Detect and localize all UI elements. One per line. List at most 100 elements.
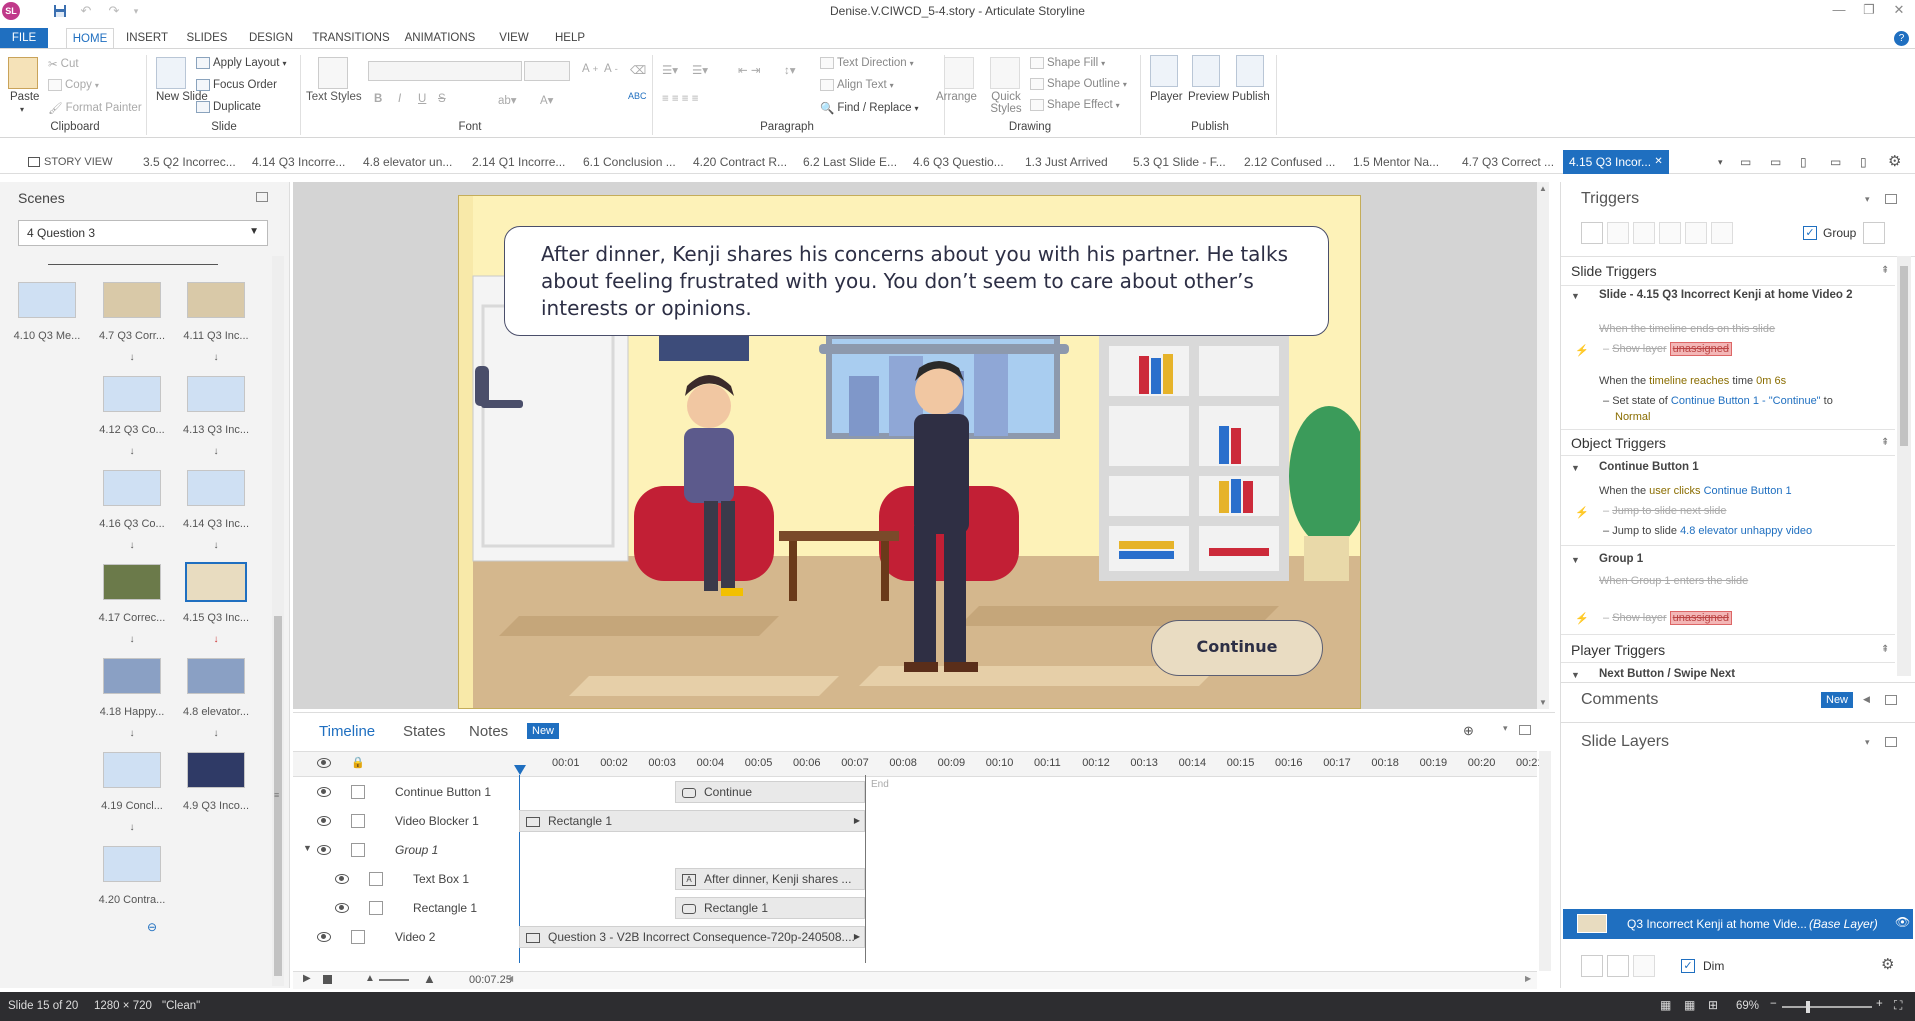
triggers-scrollbar[interactable] <box>1897 256 1911 676</box>
tab-design[interactable]: DESIGN <box>246 28 296 48</box>
zoom-slider[interactable] <box>379 979 409 981</box>
eye-icon[interactable] <box>335 903 349 913</box>
caption-box[interactable]: After dinner, Kenji shares his concerns … <box>504 226 1329 336</box>
base-layer-row[interactable]: Q3 Incorrect Kenji at home Vide... (Base… <box>1563 909 1913 939</box>
slide-thumbnail[interactable] <box>103 752 161 788</box>
play-icon[interactable]: ▶ <box>303 973 311 984</box>
bold-button[interactable]: B <box>374 93 382 105</box>
trigger-action[interactable]: – Jump to slide next slide <box>1603 505 1727 517</box>
panel-expand-icon[interactable]: ◀ <box>1863 694 1870 705</box>
tab-timeline[interactable]: Timeline <box>319 723 375 740</box>
lock-checkbox[interactable] <box>351 843 365 857</box>
lock-checkbox[interactable] <box>351 785 365 799</box>
paste-trigger-icon[interactable] <box>1659 222 1681 244</box>
move-trigger-icon[interactable] <box>1711 222 1733 244</box>
fit-icon[interactable]: ⊞ <box>1708 998 1718 1012</box>
panel-collapse-icon[interactable]: ▾ <box>1865 194 1870 205</box>
desktop-view-icon[interactable]: ▭ <box>1740 150 1751 174</box>
tab-slide[interactable]: 3.5 Q2 Incorrec... <box>143 150 236 174</box>
panel-undock-icon[interactable] <box>1885 737 1897 747</box>
format-painter-button[interactable]: 🖌 Format Painter <box>48 101 142 115</box>
variables-icon[interactable] <box>1863 222 1885 244</box>
italic-button[interactable]: I <box>398 93 401 105</box>
tab-file[interactable]: FILE <box>0 28 48 48</box>
lock-checkbox[interactable] <box>351 930 365 944</box>
scenes-scrollbar[interactable] <box>272 256 284 986</box>
paste-button[interactable]: Paste <box>10 91 39 103</box>
text-direction-button[interactable]: Text Direction ▾ <box>820 57 914 69</box>
help-icon[interactable]: ? <box>1894 31 1909 46</box>
section-collapse-icon[interactable]: ⇞ <box>1881 644 1889 655</box>
close-icon[interactable]: ✕ <box>1654 156 1662 167</box>
font-color-icon[interactable]: A▾ <box>540 93 553 107</box>
continue-button[interactable]: Continue <box>1151 620 1323 676</box>
playhead-marker[interactable] <box>514 765 526 775</box>
arrange-icon[interactable] <box>944 57 974 89</box>
tab-transitions[interactable]: TRANSITIONS <box>310 28 392 48</box>
tab-slide[interactable]: 2.12 Confused ... <box>1244 150 1335 174</box>
lock-icon[interactable]: 🔒 <box>351 756 365 769</box>
eye-icon[interactable] <box>335 874 349 884</box>
trigger-when[interactable]: When the timeline ends on this slide <box>1599 323 1775 335</box>
tab-animations[interactable]: ANIMATIONS <box>402 28 478 48</box>
paste-dropdown-icon[interactable]: ▾ <box>20 105 24 114</box>
object-bar[interactable]: Rectangle 1 <box>675 897 865 919</box>
panel-collapse-icon[interactable]: ▾ <box>1865 737 1870 748</box>
copy-trigger-icon[interactable] <box>1633 222 1655 244</box>
splitter[interactable]: ≡ <box>274 790 282 800</box>
font-size-select[interactable] <box>524 61 570 81</box>
player-button[interactable]: Player <box>1150 91 1183 103</box>
bullets-icon[interactable]: ☰▾ <box>662 63 678 77</box>
timeline-scroll-left-icon[interactable]: ◀ <box>507 974 513 983</box>
font-family-select[interactable] <box>368 61 522 81</box>
stage-scrollbar[interactable]: ▲ ▼ <box>1537 182 1549 709</box>
tab-help[interactable]: HELP <box>550 28 590 48</box>
tab-slide[interactable]: 4.14 Q3 Incorre... <box>252 150 345 174</box>
stop-icon[interactable] <box>323 975 332 984</box>
clear-format-icon[interactable]: ⌫ <box>630 63 646 77</box>
slide-sorter-icon[interactable]: ▦ <box>1684 998 1695 1012</box>
maximize-icon[interactable]: ❐ <box>1854 2 1884 20</box>
tab-view[interactable]: VIEW <box>494 28 534 48</box>
tab-slide[interactable]: 4.6 Q3 Questio... <box>913 150 1004 174</box>
timeline-row[interactable]: Video 2 Question 3 - V2B Incorrect Conse… <box>293 922 1537 951</box>
scene-select[interactable]: 4 Question 3 ▼ <box>18 220 268 246</box>
timeline-row[interactable]: Video Blocker 1 Rectangle 1 ▶ <box>293 806 1537 835</box>
tab-slide[interactable]: 6.1 Conclusion ... <box>583 150 676 174</box>
shape-effect-button[interactable]: Shape Effect ▾ <box>1030 99 1120 111</box>
zoom-in-icon[interactable]: + <box>1876 998 1883 1010</box>
align-left-icon[interactable]: ≡ ≡ ≡ ≡ <box>662 93 698 105</box>
panel-undock-icon[interactable] <box>256 192 268 202</box>
expand-icon[interactable]: ▼ <box>1571 463 1580 473</box>
object-bar[interactable]: Continue <box>675 781 865 803</box>
normal-view-icon[interactable]: ▦ <box>1660 998 1671 1012</box>
find-replace-button[interactable]: 🔍 Find / Replace ▾ <box>820 101 919 115</box>
duplicate-button[interactable]: Duplicate <box>196 101 261 113</box>
cut-button[interactable]: ✂ Cut <box>48 57 79 71</box>
zoom-slider-thumb[interactable] <box>1806 1001 1810 1013</box>
timeline-vscroll[interactable] <box>1539 751 1551 971</box>
slide-thumbnail[interactable] <box>103 470 161 506</box>
edit-trigger-icon[interactable] <box>1607 222 1629 244</box>
comments-header[interactable]: Comments New ◀ <box>1561 682 1915 718</box>
eye-icon[interactable] <box>317 845 331 855</box>
gear-icon[interactable]: ⚙ <box>1888 150 1901 174</box>
eye-icon[interactable]: 👁 <box>1895 915 1910 929</box>
slide-thumbnail[interactable] <box>103 564 161 600</box>
zoom-in-icon[interactable]: ▲ <box>423 971 436 986</box>
text-styles-button[interactable]: Text Styles <box>306 91 362 103</box>
trigger-when[interactable]: When the timeline reaches time 0m 6s <box>1599 375 1786 387</box>
text-styles-icon[interactable] <box>318 57 348 89</box>
slide-canvas[interactable]: After dinner, Kenji shares his concerns … <box>458 195 1361 709</box>
slide-thumbnail[interactable] <box>18 282 76 318</box>
quick-styles-button[interactable]: Quick Styles <box>986 91 1026 115</box>
tab-slide[interactable]: 2.14 Q1 Incorre... <box>472 150 565 174</box>
slide-thumbnail[interactable] <box>187 658 245 694</box>
apply-layout-button[interactable]: Apply Layout ▾ <box>196 57 287 69</box>
new-layer-icon[interactable] <box>1581 955 1603 977</box>
object-bar[interactable]: Rectangle 1 ▶ <box>519 810 865 832</box>
slide-thumbnail[interactable] <box>187 470 245 506</box>
player-icon[interactable] <box>1150 55 1178 87</box>
timeline-row-group[interactable]: ▼ Group 1 <box>293 835 1537 864</box>
slide-thumbnail[interactable] <box>187 376 245 412</box>
